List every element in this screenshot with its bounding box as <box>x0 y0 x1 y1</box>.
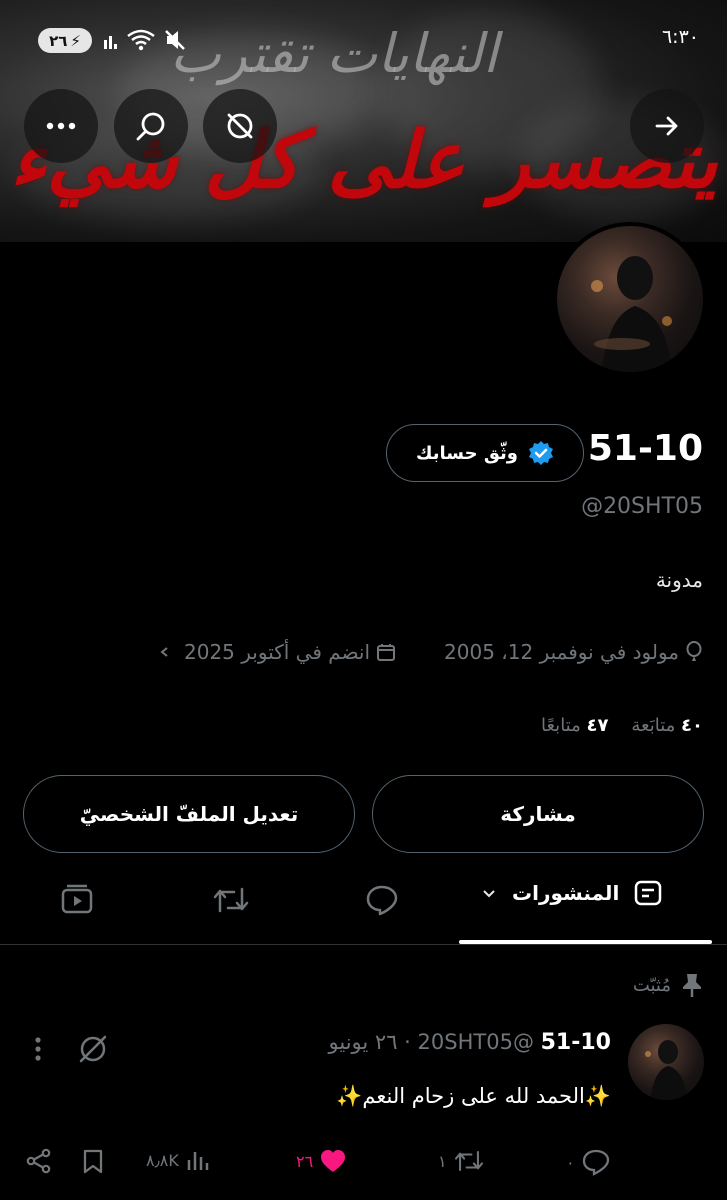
join-date[interactable]: انضم في أكتوبر 2025 <box>158 640 396 664</box>
follow-stats[interactable]: ٤٠ متابَعة ٤٧ متابعًا <box>541 715 703 736</box>
following-count: ٤٠ <box>681 715 703 736</box>
tab-posts-label: المنشورات <box>512 881 620 905</box>
repost-icon <box>454 1151 483 1171</box>
heart-icon <box>321 1150 346 1172</box>
birthdate-text: مولود في نوفمبر 12، 2005 <box>444 640 679 664</box>
join-date-text: انضم في أكتوبر 2025 <box>184 640 371 664</box>
share-button[interactable]: مشاركة <box>372 775 704 853</box>
reply-bubble-icon <box>366 885 398 916</box>
pin-icon <box>683 974 701 997</box>
reply-count: ٠ <box>566 1152 575 1172</box>
views-action[interactable]: ٨٫٨K <box>146 1148 209 1172</box>
post-avatar[interactable] <box>628 1024 704 1100</box>
more-button[interactable] <box>24 89 98 163</box>
followers-count: ٤٧ <box>586 715 609 736</box>
views-chart-icon <box>187 1152 209 1170</box>
active-tab-indicator <box>459 940 712 944</box>
post-text: ✨الحمد لله على زحام النعم✨ <box>336 1084 611 1108</box>
profile-avatar[interactable] <box>553 222 707 376</box>
cancel-button[interactable] <box>203 89 277 163</box>
search-button[interactable] <box>114 89 188 163</box>
profile-handle: @20SHT05 <box>581 494 703 519</box>
edit-profile-label: تعديل الملفّ الشخصيّ <box>79 802 299 826</box>
pinned-text: مُثبّت <box>632 974 671 996</box>
balloon-icon <box>686 641 702 661</box>
post-more-icon[interactable] <box>34 1036 42 1062</box>
grok-icon[interactable] <box>76 1032 110 1066</box>
battery-indicator: ٢٦ ⚡ <box>38 28 92 53</box>
verify-account-label: وثّق حسابك <box>415 442 518 464</box>
like-count: ٢٦ <box>296 1151 314 1171</box>
post-author[interactable]: 51-10 <box>541 1030 611 1055</box>
following-label: متابَعة <box>631 715 676 736</box>
battery-level: ٢٦ <box>49 31 68 50</box>
profile-name: 51-10 <box>587 428 703 469</box>
tab-media[interactable] <box>60 882 94 916</box>
bookmark-icon <box>83 1149 103 1174</box>
birthdate: مولود في نوفمبر 12، 2005 <box>444 640 703 664</box>
profile-bio: مدونة <box>655 568 703 592</box>
bookmark-action[interactable] <box>82 1148 104 1174</box>
share-label: مشاركة <box>500 802 576 826</box>
tab-posts[interactable]: المنشورات <box>480 878 663 908</box>
post-header: 51-10 @20SHT05 · ٢٦ يونيو <box>329 1030 611 1055</box>
status-time: ٦:٣٠ <box>661 26 699 48</box>
chevron-left-icon <box>160 647 168 657</box>
post-date: · ٢٦ يونيو <box>328 1030 411 1054</box>
like-action[interactable]: ٢٦ <box>296 1148 347 1174</box>
share-action[interactable] <box>26 1148 52 1174</box>
forward-button[interactable] <box>630 89 704 163</box>
arrow-right-icon <box>655 116 678 136</box>
video-icon <box>61 884 93 914</box>
repost-icon <box>213 887 249 913</box>
search-icon <box>136 112 165 141</box>
calendar-icon <box>377 644 396 661</box>
repost-action[interactable]: ١ <box>438 1148 485 1174</box>
banner-grey-text: النهايات تقترب <box>170 22 498 85</box>
wifi-icon <box>126 28 156 52</box>
slash-circle-icon <box>227 113 253 139</box>
verify-account-button[interactable]: وثّق حسابك <box>386 424 584 482</box>
verified-badge-icon <box>529 441 553 465</box>
views-count: ٨٫٨K <box>146 1150 179 1170</box>
followers-label: متابعًا <box>541 715 581 736</box>
charging-icon: ⚡ <box>70 31 81 50</box>
tab-replies[interactable] <box>365 884 399 916</box>
share-icon <box>26 1148 51 1174</box>
signal-icon <box>102 32 120 50</box>
chevron-down-icon <box>483 890 495 898</box>
reply-bubble-icon <box>582 1149 609 1176</box>
more-dots-icon <box>46 122 76 130</box>
mute-icon <box>164 28 186 52</box>
reply-action[interactable]: ٠ <box>566 1148 611 1176</box>
tab-reposts[interactable] <box>212 884 250 916</box>
posts-icon <box>635 880 662 906</box>
edit-profile-button[interactable]: تعديل الملفّ الشخصيّ <box>23 775 355 853</box>
pinned-label: مُثبّت <box>633 972 703 998</box>
repost-count: ١ <box>438 1151 447 1171</box>
post-handle[interactable]: @20SHT05 <box>418 1030 534 1054</box>
